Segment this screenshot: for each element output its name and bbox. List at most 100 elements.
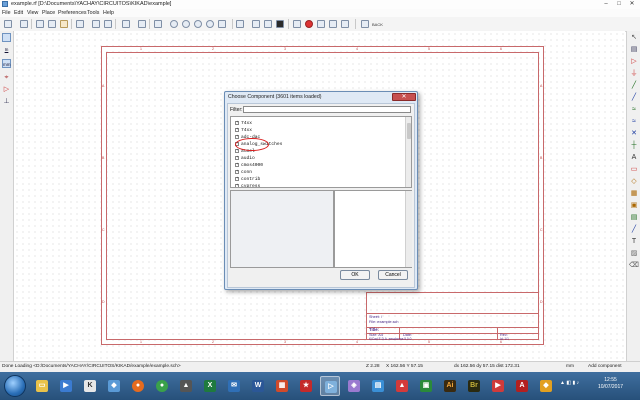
tree-scrollbar[interactable] xyxy=(405,117,411,187)
tree-scrollbar-thumb[interactable] xyxy=(407,123,411,139)
taskbar-clock[interactable]: 12:55 10/07/2017 xyxy=(598,377,623,391)
junction-icon[interactable]: ┼ xyxy=(629,141,639,150)
mail-taskbar-icon[interactable]: ✉ xyxy=(224,376,244,396)
app-taskbar-icon[interactable]: ▲ xyxy=(392,376,412,396)
tree-item[interactable]: + contrib xyxy=(235,176,260,183)
redo-icon[interactable] xyxy=(104,20,112,28)
illustrator-taskbar-icon[interactable]: Ai xyxy=(440,376,460,396)
bus-wire-angle-icon[interactable]: ⊥ xyxy=(2,97,11,106)
zoom-in-icon[interactable] xyxy=(170,20,178,28)
import-sheet-pin-icon[interactable]: ▣ xyxy=(629,201,639,210)
menu-help[interactable]: Help xyxy=(103,10,114,16)
no-connect-icon[interactable]: ✕ xyxy=(629,129,639,138)
menu-preferences[interactable]: Preferences xyxy=(58,10,87,16)
media-taskbar-icon[interactable]: ▶ xyxy=(56,376,76,396)
bom-icon[interactable] xyxy=(329,20,337,28)
cursor-shape-icon[interactable]: ⌖ xyxy=(2,73,11,82)
app-taskbar-icon[interactable]: ▲ xyxy=(176,376,196,396)
expand-icon[interactable]: + xyxy=(235,120,239,125)
app-taskbar-icon[interactable]: ▤ xyxy=(368,376,388,396)
expand-icon[interactable]: + xyxy=(235,162,239,167)
expand-icon[interactable]: + xyxy=(235,169,239,174)
library-tree[interactable]: +74xx +74xx + adc-dac + analog_switches + a… xyxy=(230,116,412,188)
acrobat-taskbar-icon[interactable]: A xyxy=(512,376,532,396)
annotate-icon[interactable] xyxy=(276,20,284,28)
graphic-line-icon[interactable]: ╱ xyxy=(629,225,639,234)
place-power-icon[interactable]: ⏚ xyxy=(629,69,639,78)
menu-tools[interactable]: Tools xyxy=(87,10,99,16)
global-label-icon[interactable]: ▭ xyxy=(629,165,639,174)
hierarchical-sheet-icon[interactable]: ▦ xyxy=(629,189,639,198)
chrome-taskbar-icon[interactable]: ● xyxy=(152,376,172,396)
kicad-taskbar-icon[interactable]: K xyxy=(80,376,100,396)
zoom-fit-icon[interactable] xyxy=(206,20,214,28)
app-taskbar-icon[interactable]: ▶ xyxy=(488,376,508,396)
image-place-icon[interactable]: ▨ xyxy=(629,249,639,258)
eeschema-taskbar-icon[interactable]: ▷ xyxy=(320,376,340,396)
app-taskbar-icon[interactable]: ★ xyxy=(296,376,316,396)
tree-item[interactable]: + audio xyxy=(235,155,255,162)
back-annotate-label[interactable]: BACK xyxy=(372,22,383,27)
paste-icon[interactable] xyxy=(76,20,84,28)
expand-icon[interactable]: + xyxy=(235,148,239,153)
grid-icon[interactable] xyxy=(2,33,11,42)
plot-icon[interactable] xyxy=(60,20,68,28)
erc-icon[interactable] xyxy=(293,20,301,28)
firefox-taskbar-icon[interactable]: ● xyxy=(128,376,148,396)
tree-item[interactable]: + conn xyxy=(235,169,252,176)
app-taskbar-icon[interactable]: ◈ xyxy=(344,376,364,396)
library-editor-icon[interactable] xyxy=(252,20,260,28)
details-scrollbar[interactable] xyxy=(405,191,412,267)
zoom-selection-icon[interactable] xyxy=(218,20,226,28)
netlist-icon[interactable] xyxy=(305,20,313,28)
units-mm-button[interactable]: mm xyxy=(2,59,11,68)
close-button[interactable]: ✕ xyxy=(626,0,638,8)
wire-to-bus-entry-icon[interactable]: ≈ xyxy=(629,105,639,114)
explorer-taskbar-icon[interactable]: ▭ xyxy=(32,376,52,396)
bus-to-bus-entry-icon[interactable]: ≈ xyxy=(629,117,639,126)
undo-icon[interactable] xyxy=(92,20,100,28)
maximize-button[interactable]: □ xyxy=(613,0,625,8)
delete-icon[interactable]: ⌫ xyxy=(629,261,639,270)
print-icon[interactable] xyxy=(48,20,56,28)
redraw-icon[interactable] xyxy=(194,20,202,28)
app-taskbar-icon[interactable]: ◆ xyxy=(104,376,124,396)
app-taskbar-icon[interactable]: ▣ xyxy=(416,376,436,396)
expand-icon[interactable]: + xyxy=(235,134,239,139)
tree-item[interactable]: + cmos4000 xyxy=(235,162,263,169)
tree-item[interactable]: + cypress xyxy=(235,183,260,187)
expand-icon[interactable]: + xyxy=(235,183,239,187)
tree-item[interactable]: +74xx xyxy=(235,120,252,127)
hidden-pins-icon[interactable]: ▷ xyxy=(2,85,11,94)
save-icon[interactable] xyxy=(20,20,28,28)
new-sheet-icon[interactable] xyxy=(4,20,12,28)
pcbnew-icon[interactable] xyxy=(341,20,349,28)
excel-taskbar-icon[interactable]: X xyxy=(200,376,220,396)
units-inch-button[interactable]: In xyxy=(2,45,11,54)
image-icon[interactable] xyxy=(154,20,162,28)
sheet-pin-icon[interactable]: ▤ xyxy=(629,213,639,222)
import-footprint-icon[interactable] xyxy=(361,20,369,28)
menu-place[interactable]: Place xyxy=(42,10,55,16)
word-taskbar-icon[interactable]: W xyxy=(248,376,268,396)
cvpcb-icon[interactable] xyxy=(317,20,325,28)
text-icon[interactable]: T xyxy=(629,237,639,246)
cancel-button[interactable]: Cancel xyxy=(378,270,408,280)
place-component-icon[interactable]: ▷ xyxy=(629,57,639,66)
tree-item[interactable]: +74xx xyxy=(235,127,252,134)
dialog-close-button[interactable]: ✕ xyxy=(392,93,416,101)
minimize-button[interactable]: – xyxy=(600,0,612,8)
expand-icon[interactable]: + xyxy=(235,155,239,160)
system-tray[interactable]: ▲ ◧ ▮ ♪ xyxy=(560,380,579,386)
ok-button[interactable]: OK xyxy=(340,270,370,280)
find-replace-icon[interactable] xyxy=(138,20,146,28)
net-label-icon[interactable]: A xyxy=(629,153,639,162)
bridge-taskbar-icon[interactable]: Br xyxy=(464,376,484,396)
start-button[interactable] xyxy=(4,375,26,397)
hierarchical-label-icon[interactable]: ◇ xyxy=(629,177,639,186)
zoom-out-icon[interactable] xyxy=(182,20,190,28)
select-arrow-icon[interactable]: ↖ xyxy=(629,33,639,42)
app-taskbar-icon[interactable]: ▦ xyxy=(272,376,292,396)
expand-icon[interactable]: + xyxy=(235,127,239,132)
place-bus-icon[interactable]: ╱ xyxy=(629,93,639,102)
